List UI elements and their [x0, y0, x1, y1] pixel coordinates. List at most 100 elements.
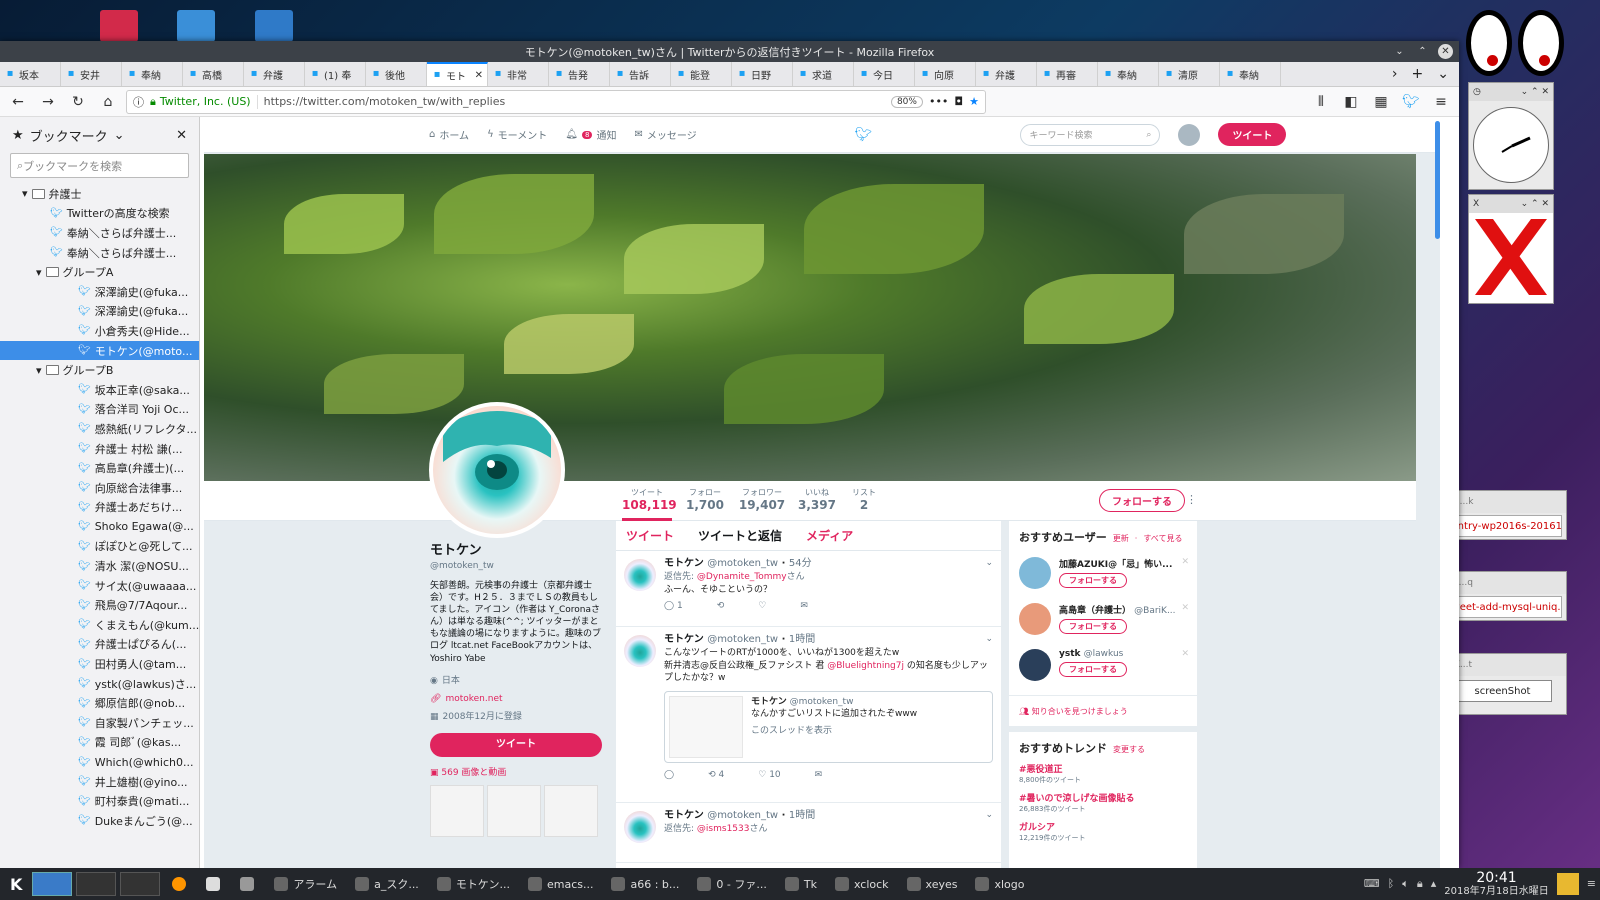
bookmark-star-icon[interactable]: ★ [969, 95, 979, 108]
scroll-tabs-icon[interactable]: › [1392, 66, 1398, 82]
browser-tab[interactable]: ▪ 弁護 [244, 62, 305, 86]
window-titlebar[interactable]: モトケン(@motoken_tw)さん | Twitterからの返信付きツイート… [0, 41, 1459, 62]
bookmark-item[interactable]: 🐦︎ 高島章(弁護士)(... [0, 458, 199, 478]
browser-tab[interactable]: ▪ 奉納 [1220, 62, 1281, 86]
chevron-down-icon[interactable]: ⌄ [114, 128, 125, 143]
expand-toggle-icon[interactable]: ▾ [36, 364, 42, 377]
taskbar-task[interactable]: emacs... [520, 872, 602, 896]
bookmark-item[interactable]: 🐦︎ ぽぽひと@死して... [0, 537, 199, 557]
nav-notifications[interactable]: 🔔︎ 8 通知 [565, 127, 616, 142]
home-button[interactable]: ⌂ [96, 90, 120, 114]
media-link-text[interactable]: 569 画像と動画 [441, 768, 506, 778]
folder-icon[interactable] [255, 10, 293, 42]
find-friends-text[interactable]: 知り合いを見つけましょう [1032, 707, 1128, 716]
retweet-action[interactable]: ⟲ 4 [708, 769, 724, 782]
twitter-extension-icon[interactable]: 🐦︎ [1399, 90, 1423, 114]
browser-tab[interactable]: ▪ 高橋 [183, 62, 244, 86]
bookmark-item[interactable]: 🐦︎ モトケン(@moto... [0, 340, 199, 361]
tweet-mention[interactable]: @Bluelightning7j [827, 661, 904, 671]
profile-website-text[interactable]: motoken.net [445, 693, 502, 705]
tab-tweets-and-replies[interactable]: ツイートと返信 [698, 527, 782, 544]
tweet-author-name[interactable]: モトケン [664, 634, 704, 645]
tweet-time[interactable]: 54分 [789, 558, 812, 569]
tab-list-icon[interactable]: ⌄ [1437, 66, 1449, 82]
xclock-titlebar[interactable]: ◷ ⌄ ⌃ ✕ [1469, 83, 1553, 101]
nav-home[interactable]: ⌂ ホーム [429, 127, 469, 142]
bookmark-folder[interactable]: ▾ グループA [0, 262, 199, 282]
site-identity[interactable]: Twitter, Inc. (US) [160, 95, 251, 108]
home-folder-icon[interactable] [177, 10, 215, 42]
menu-icon[interactable]: ≡ [1429, 90, 1453, 114]
media-thumbnail[interactable] [430, 784, 484, 837]
bookmark-item[interactable]: 🐦︎ 深澤諭史(@fuka... [0, 282, 199, 302]
taskbar-task[interactable]: xeyes [899, 872, 966, 896]
bookmark-item[interactable]: 🐦︎ 弁護士ぱぴるん(... [0, 635, 199, 655]
bookmark-folder[interactable]: ▾ グループB [0, 360, 199, 380]
recommended-user-name[interactable]: 加藤AZUKI@「忌」怖い... [1059, 557, 1179, 570]
change-trends-link[interactable]: 変更する [1113, 744, 1145, 755]
stat-following[interactable]: フォロー 1,700 [682, 487, 728, 512]
bookmark-item[interactable]: 🐦︎ 郷原信郎(@nob... [0, 693, 199, 713]
bookmark-item[interactable]: 🐦︎ 奉納＼さらば弁護士... [0, 243, 199, 263]
quoted-tweet[interactable]: モトケン @motoken_tw なんかすごいリストに追加されたぞwww このス… [664, 690, 993, 763]
envelope-icon[interactable]: ✉ [800, 600, 808, 613]
taskbar-task[interactable]: モトケン... [429, 872, 518, 896]
stat-tweets[interactable]: ツイート 108,119 [622, 487, 677, 521]
recommended-user[interactable]: ystk @lawkus フォローする ✕ [1009, 645, 1197, 691]
bookmark-item[interactable]: 🐦︎ 弁護士 村松 謙(... [0, 439, 199, 459]
new-tab-icon[interactable]: + [1412, 66, 1424, 82]
media-thumbnail[interactable] [544, 784, 598, 837]
nav-messages[interactable]: ✉ メッセージ [634, 127, 696, 142]
bookmark-item[interactable]: 🐦︎ 自家製パンチェッ... [0, 713, 199, 733]
view-all-link[interactable]: すべて見る [1143, 533, 1182, 544]
retweet-icon[interactable]: ⟲ [717, 600, 725, 613]
tweet[interactable]: ⌄ モトケン @motoken_tw · 1時間 返信先: @isms1533さ… [616, 803, 1001, 863]
bookmark-item[interactable]: 🐦︎ 霞 司郎ﾞ(@kas... [0, 733, 199, 753]
quoted-tweet-image[interactable] [669, 695, 743, 758]
taskbar-task[interactable]: xlogo [967, 872, 1032, 896]
url-bar[interactable]: ⓘ 🔒︎ Twitter, Inc. (US) https://twitter.c… [126, 89, 986, 114]
browser-tab[interactable]: ▪ 清原 [1159, 62, 1220, 86]
panel-menu-icon[interactable]: ≡ [1587, 877, 1596, 890]
twitter-bird-icon[interactable]: 🐦︎ [855, 127, 873, 143]
reply-action[interactable]: ◯ 1 [664, 600, 683, 613]
nav-moments[interactable]: ϟ モーメント [487, 127, 547, 142]
trend-name[interactable]: ガルシア [1019, 820, 1187, 833]
bookmark-item[interactable]: 🐦︎ 坂本正幸(@saka... [0, 380, 199, 400]
media-thumbnail[interactable] [487, 784, 541, 837]
close-window-button[interactable]: ✕ [1438, 44, 1453, 59]
bookmark-folder[interactable]: ▾ 弁護士 [0, 184, 199, 204]
browser-tab[interactable]: ▪ モト ✕ [427, 62, 488, 86]
tweet-author-name[interactable]: モトケン [664, 558, 704, 569]
bookmark-item[interactable]: 🐦︎ 落合洋司 Yoji Oc... [0, 400, 199, 420]
bookmark-item[interactable]: 🐦︎ 小倉秀夫(@Hide... [0, 321, 199, 341]
reply-mention[interactable]: @isms1533 [697, 824, 750, 834]
browser-tab[interactable]: ▪ 向原 [915, 62, 976, 86]
bookmark-item[interactable]: 🐦︎ 飛鳥@7/7Aqour... [0, 595, 199, 615]
close-tab-icon[interactable]: ✕ [475, 70, 483, 81]
notes-widget-icon[interactable] [1556, 872, 1579, 895]
volume-icon[interactable]: 🔈︎ [1402, 877, 1409, 891]
browser-tab[interactable]: ▪ 弁護 [976, 62, 1037, 86]
tweet-avatar[interactable] [624, 635, 656, 667]
bookmark-item[interactable]: 🐦︎ Dukeまんごう(@... [0, 811, 199, 831]
bookmark-search-input[interactable]: ⌕ ブックマークを検索 [10, 153, 189, 178]
browser-tab[interactable]: ▪ 今日 [854, 62, 915, 86]
browser-tab[interactable]: ▪ 告発 [549, 62, 610, 86]
tray-expand-icon[interactable]: ▴ [1431, 877, 1437, 890]
back-button[interactable]: ← [6, 90, 30, 114]
show-thread-link[interactable]: このスレッドを表示 [751, 725, 917, 738]
tab-tweets[interactable]: ツイート [626, 527, 674, 544]
info-icon[interactable]: ⓘ [133, 94, 144, 110]
recommended-user-name[interactable]: 高島章（弁護士） @BariK... [1059, 603, 1179, 616]
recommended-user-avatar[interactable] [1019, 649, 1051, 681]
recommended-user[interactable]: 加藤AZUKI@「忌」怖い... フォローする ✕ [1009, 553, 1197, 599]
taskbar-task[interactable]: Tk [777, 872, 825, 896]
browser-tab[interactable]: ▪ 能登 [671, 62, 732, 86]
bookmark-item[interactable]: 🐦︎ 深澤諭史(@fuka... [0, 302, 199, 322]
pocket-icon[interactable]: ◘ [954, 95, 963, 108]
recommended-follow-button[interactable]: フォローする [1059, 573, 1127, 588]
recommended-user-display-name[interactable]: 高島章（弁護士） [1059, 606, 1131, 616]
bookmark-item[interactable]: 🐦︎ 町村泰貴(@mati... [0, 791, 199, 811]
tweet[interactable]: ⌄ モトケン @motoken_tw · 1時間 こんなツイートのRTが1000… [616, 627, 1001, 803]
